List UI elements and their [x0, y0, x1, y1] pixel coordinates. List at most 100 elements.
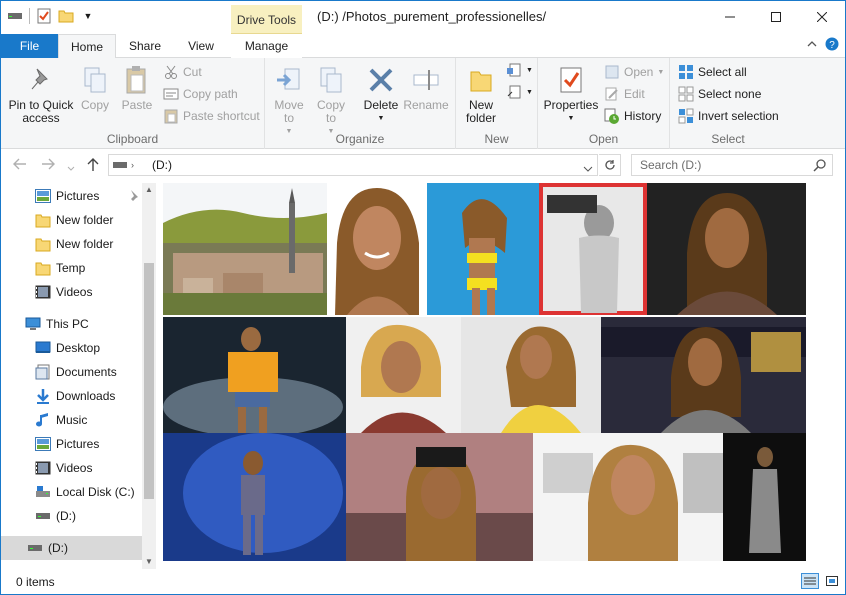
copy-button[interactable]: Copy — [77, 64, 113, 112]
new-folder-button[interactable]: New folder — [460, 64, 502, 125]
history-button[interactable]: History — [604, 108, 661, 124]
close-button[interactable] — [799, 1, 845, 33]
invert-selection-button[interactable]: Invert selection — [678, 108, 779, 124]
new-folder-label: New folder — [465, 98, 497, 125]
tab-home[interactable]: Home — [58, 34, 116, 59]
pin-to-quick-access-button[interactable]: Pin to Quick access — [5, 64, 77, 125]
minimize-button[interactable] — [707, 1, 753, 33]
nav-item-new-folder[interactable]: New folder — [1, 208, 142, 232]
nav-item-videos[interactable]: Videos — [1, 280, 142, 304]
new-item-button[interactable]: ▼ — [506, 62, 533, 78]
select-none-button[interactable]: Select none — [678, 86, 761, 102]
select-all-icon — [678, 64, 694, 80]
address-bar[interactable]: › (D:) — [108, 154, 598, 176]
nav-item-label: Desktop — [56, 341, 101, 355]
scroll-down-icon[interactable]: ▼ — [142, 555, 156, 569]
disk-icon — [35, 484, 51, 500]
pin-label: Pin to Quick access — [8, 98, 74, 125]
details-view-button[interactable] — [801, 573, 819, 589]
fashion-photo — [723, 433, 806, 561]
copy-to-button[interactable]: Copy to ▼ — [313, 64, 349, 138]
downloads-icon — [35, 388, 51, 404]
delete-button[interactable]: Delete ▼ — [361, 64, 401, 125]
open-dropdown-icon: ▼ — [657, 68, 665, 76]
new-item-dropdown-icon: ▼ — [526, 66, 533, 74]
organize-group: Move to ▼ Copy to ▼ Delete ▼ Rename Orga… — [265, 58, 456, 149]
help-icon[interactable]: ? — [825, 37, 839, 54]
portrait-photo — [461, 317, 601, 433]
copy-path-button[interactable]: Copy path — [163, 86, 238, 102]
nav-item-documents[interactable]: Documents — [1, 360, 142, 384]
customize-toolbar-icon[interactable]: ▼ — [80, 8, 96, 24]
tab-manage[interactable]: Manage — [231, 34, 302, 58]
properties-button[interactable]: Properties ▼ — [542, 64, 600, 125]
nav-scrollbar[interactable]: ▲ ▼ — [142, 183, 156, 569]
magazine-cover-photo — [427, 183, 539, 315]
forward-arrow-icon[interactable] — [41, 158, 55, 173]
nav-item-label: Documents — [56, 365, 117, 379]
drive-icon[interactable] — [7, 8, 23, 24]
time-cover-photo — [539, 183, 647, 315]
pictures-icon — [35, 436, 51, 452]
move-to-button[interactable]: Move to ▼ — [271, 64, 307, 138]
select-none-icon — [678, 86, 694, 102]
nav-item-desktop[interactable]: Desktop — [1, 336, 142, 360]
nav-item-pictures[interactable]: Pictures — [1, 432, 142, 456]
copy-to-label: Copy to — [316, 98, 345, 125]
search-icon[interactable] — [813, 159, 826, 175]
item-count: 0 items — [16, 575, 55, 589]
search-box[interactable]: Search (D:) — [631, 154, 833, 176]
nav-item-downloads[interactable]: Downloads — [1, 384, 142, 408]
awards-photo — [533, 433, 723, 561]
address-toolbar: › (D:) Search (D:) — [1, 149, 845, 183]
scroll-up-icon[interactable]: ▲ — [142, 183, 156, 197]
search-placeholder: Search (D:) — [640, 158, 702, 172]
nav-item-temp[interactable]: Temp — [1, 256, 142, 280]
scroll-thumb[interactable] — [144, 263, 154, 499]
history-label: History — [624, 109, 662, 123]
recent-locations-chevron-icon[interactable] — [67, 160, 75, 175]
collapse-ribbon-icon[interactable] — [807, 39, 817, 51]
nav-item-d[interactable]: (D:) — [1, 504, 142, 528]
paste-shortcut-button[interactable]: Paste shortcut — [163, 108, 260, 124]
desktop-icon — [35, 340, 51, 356]
rename-button[interactable]: Rename — [403, 64, 449, 112]
up-arrow-icon[interactable] — [87, 158, 99, 175]
refresh-button[interactable] — [599, 154, 621, 176]
history-icon — [604, 108, 620, 124]
details-view-icon — [804, 577, 816, 585]
large-icons-view-button[interactable] — [823, 573, 841, 589]
drive-icon — [113, 161, 129, 169]
maximize-button[interactable] — [753, 1, 799, 33]
select-all-button[interactable]: Select all — [678, 64, 747, 80]
cut-button[interactable]: Cut — [163, 64, 202, 80]
videos-icon — [35, 284, 51, 300]
address-dropdown-icon[interactable] — [583, 161, 593, 175]
breadcrumb-chevron-icon[interactable]: › — [131, 160, 134, 170]
new-folder-icon[interactable] — [58, 8, 74, 24]
edit-button[interactable]: Edit — [604, 86, 645, 102]
open-button[interactable]: Open ▼ — [604, 64, 664, 80]
nav-item-d[interactable]: (D:) — [1, 536, 142, 560]
nav-item-new-folder[interactable]: New folder — [1, 232, 142, 256]
properties-icon[interactable] — [36, 8, 52, 24]
tab-file[interactable]: File — [1, 34, 58, 58]
select-group: Select all Select none Invert selection … — [670, 58, 786, 149]
quick-access-toolbar: ▼ — [7, 8, 96, 24]
cut-label: Cut — [183, 65, 202, 79]
pin-icon[interactable] — [127, 189, 139, 204]
nav-item-local-disk-c[interactable]: Local Disk (C:) — [1, 480, 142, 504]
folder-icon — [35, 260, 51, 276]
nav-item-videos[interactable]: Videos — [1, 456, 142, 480]
nav-item-label: New folder — [56, 213, 114, 227]
properties-dropdown-icon: ▼ — [567, 115, 575, 122]
paste-button[interactable]: Paste — [117, 64, 157, 112]
nav-item-pictures[interactable]: Pictures — [1, 184, 142, 208]
nav-item-music[interactable]: Music — [1, 408, 142, 432]
rename-label: Rename — [403, 98, 449, 112]
nav-item-this-pc[interactable]: This PC — [1, 312, 142, 336]
tab-share[interactable]: Share — [119, 34, 171, 58]
back-arrow-icon[interactable] — [13, 158, 27, 173]
easy-access-button[interactable]: ▼ — [506, 84, 533, 100]
tab-view[interactable]: View — [175, 34, 227, 58]
